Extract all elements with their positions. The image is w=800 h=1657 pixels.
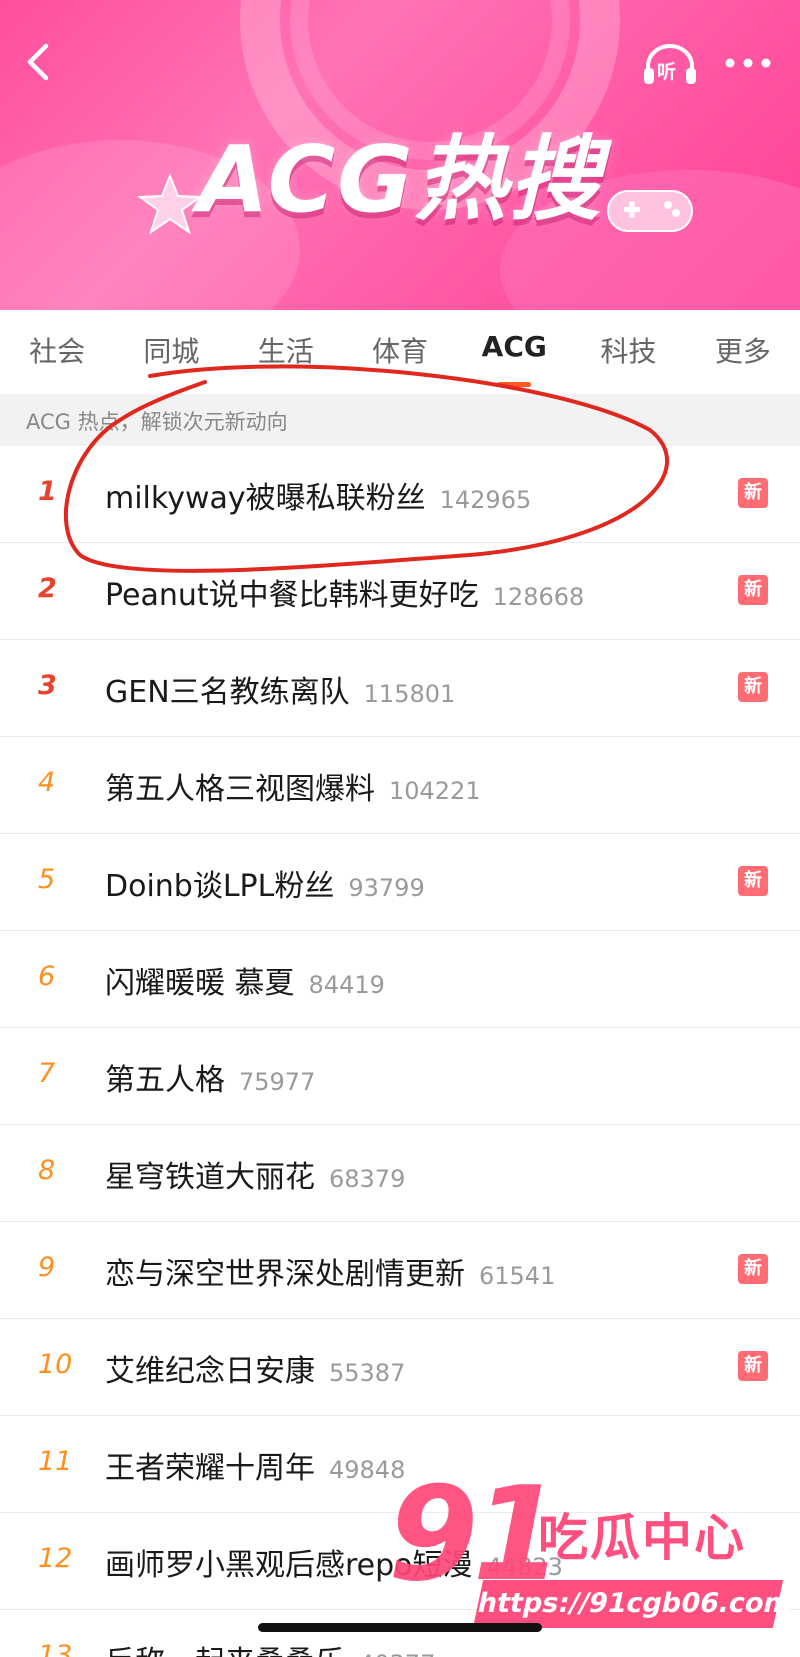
rank-number: 11	[38, 1446, 73, 1477]
rank-number: 9	[38, 1252, 56, 1283]
rank-number: 4	[38, 767, 56, 798]
tab-more[interactable]: 更多	[686, 310, 800, 394]
home-indicator	[258, 1623, 542, 1632]
topic-title: 艾维纪念日安康 55387	[105, 1346, 405, 1390]
list-item[interactable]: 7 第五人格 75977	[0, 1028, 800, 1125]
topic-text: 反称一起来桑桑乐	[105, 1645, 345, 1657]
heat-count: 128668	[492, 583, 585, 611]
heat-count: 115801	[363, 680, 456, 708]
heat-count: 55387	[329, 1359, 406, 1387]
more-options-icon[interactable]	[720, 48, 776, 78]
header-banner: 听 ACG热搜	[0, 0, 800, 310]
topic-text: 第五人格三视图爆料	[105, 772, 375, 807]
watermark-url: https://91cgb06.com	[472, 1580, 795, 1628]
new-badge: 新	[738, 1351, 768, 1381]
tab-acg[interactable]: ACG	[457, 310, 571, 394]
list-item[interactable]: 2 Peanut说中餐比韩料更好吃 128668 新	[0, 543, 800, 640]
topic-title: 星穹铁道大丽花 68379	[105, 1152, 405, 1196]
topic-title: 闪耀暖暖 慕夏 84419	[105, 958, 385, 1002]
list-item[interactable]: 6 闪耀暖暖 慕夏 84419	[0, 931, 800, 1028]
rank-number: 13	[38, 1640, 73, 1657]
list-item[interactable]: 9 恋与深空世界深处剧情更新 61541 新	[0, 1222, 800, 1319]
topic-text: Doinb谈LPL粉丝	[105, 869, 335, 904]
tab-life[interactable]: 生活	[229, 310, 343, 394]
topic-text: Peanut说中餐比韩料更好吃	[105, 578, 479, 613]
list-item[interactable]: 1 milkyway被曝私联粉丝 142965 新	[0, 446, 800, 543]
topic-text: 艾维纪念日安康	[105, 1354, 315, 1389]
tab-sports[interactable]: 体育	[343, 310, 457, 394]
tab-local[interactable]: 同城	[114, 310, 228, 394]
topic-text: milkyway被曝私联粉丝	[105, 481, 426, 516]
section-subtitle: ACG 热点，解锁次元新动向	[0, 394, 800, 446]
rank-number: 1	[38, 476, 57, 507]
new-badge: 新	[738, 478, 768, 508]
heat-count: 68379	[329, 1165, 406, 1193]
rank-number: 2	[38, 573, 57, 604]
new-badge: 新	[738, 1254, 768, 1284]
list-item[interactable]: 4 第五人格三视图爆料 104221	[0, 737, 800, 834]
rank-number: 12	[38, 1543, 73, 1574]
page-title: ACG热搜	[197, 126, 603, 233]
topic-text: GEN三名教练离队	[105, 675, 350, 710]
new-badge: 新	[738, 672, 768, 702]
heat-count: 40377	[359, 1650, 435, 1657]
tab-social[interactable]: 社会	[0, 310, 114, 394]
rank-number: 6	[38, 961, 56, 992]
list-item[interactable]: 3 GEN三名教练离队 115801 新	[0, 640, 800, 737]
list-item[interactable]: 10 艾维纪念日安康 55387 新	[0, 1319, 800, 1416]
list-item[interactable]: 8 星穹铁道大丽花 68379	[0, 1125, 800, 1222]
heat-count: 93799	[348, 874, 425, 902]
heat-count: 104221	[389, 777, 481, 805]
topic-title: 恋与深空世界深处剧情更新 61541	[105, 1249, 555, 1293]
watermark-text: 吃瓜中心	[538, 1509, 746, 1567]
heat-count: 84419	[308, 971, 385, 999]
rank-number: 10	[38, 1349, 73, 1380]
topic-title: GEN三名教练离队 115801	[105, 667, 455, 711]
topic-title: milkyway被曝私联粉丝 142965	[105, 473, 531, 517]
topic-title: 第五人格三视图爆料 104221	[105, 764, 481, 808]
new-badge: 新	[738, 575, 768, 605]
topic-title: 王者荣耀十周年 49848	[105, 1443, 405, 1487]
topic-text: 王者荣耀十周年	[105, 1451, 315, 1486]
topic-text: 星穹铁道大丽花	[105, 1160, 315, 1195]
heat-count: 61541	[479, 1262, 556, 1290]
list-item[interactable]: 5 Doinb谈LPL粉丝 93799 新	[0, 834, 800, 931]
tab-tech[interactable]: 科技	[571, 310, 685, 394]
topic-title: Peanut说中餐比韩料更好吃 128668	[105, 570, 584, 614]
active-tab-indicator	[497, 382, 532, 387]
rank-number: 5	[38, 864, 56, 895]
listen-label: 听	[657, 61, 677, 83]
topic-text: 第五人格	[105, 1063, 225, 1098]
topic-text: 恋与深空世界深处剧情更新	[105, 1257, 465, 1292]
heat-count: 75977	[239, 1068, 316, 1096]
category-tabs: 社会 同城 生活 体育 ACG 科技 更多	[0, 310, 800, 394]
rank-number: 8	[38, 1155, 56, 1186]
back-icon[interactable]	[18, 40, 62, 84]
topic-text: 闪耀暖暖 慕夏	[105, 966, 295, 1001]
rank-number: 7	[38, 1058, 56, 1089]
heat-count: 142965	[439, 486, 532, 514]
new-badge: 新	[738, 866, 768, 896]
rank-number: 3	[38, 670, 57, 701]
listen-button[interactable]: 听	[640, 42, 700, 86]
topic-title: 反称一起来桑桑乐 40377	[105, 1637, 435, 1657]
topic-title: Doinb谈LPL粉丝 93799	[105, 861, 425, 905]
topic-title: 第五人格 75977	[105, 1055, 315, 1099]
